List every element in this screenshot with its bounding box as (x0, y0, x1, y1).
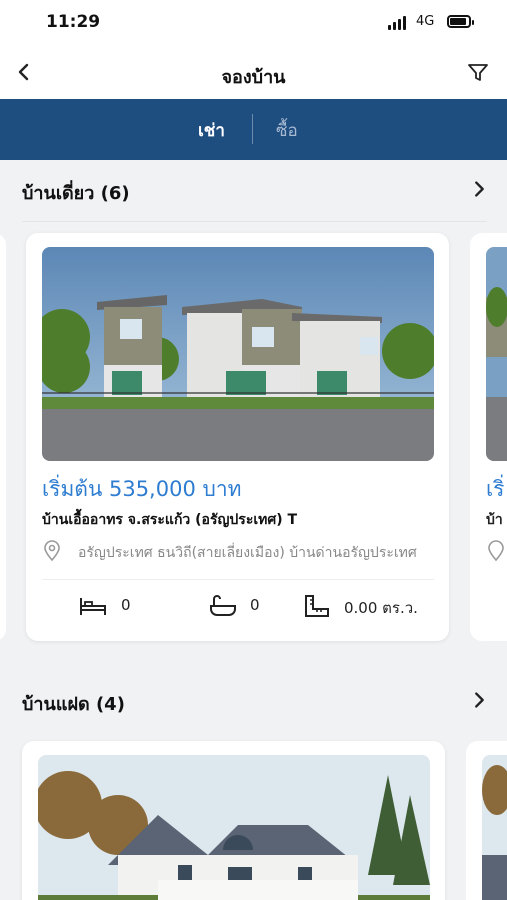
section-title: บ้านเดี่ยว (6) (22, 183, 130, 204)
listing-card-prev[interactable] (0, 233, 6, 641)
location-pin-icon (488, 540, 504, 562)
listing-location: อรัญประเทศ ธนวิถี(สายเลี่ยงเมือง) บ้านด่… (78, 545, 417, 561)
status-bar: 11:29 4G (0, 0, 507, 48)
listing-name-next: บ้า (486, 512, 503, 528)
house-photo-image (38, 755, 430, 900)
house-photo-image (42, 247, 434, 461)
network-type: 4G (416, 14, 435, 29)
area-value: 0.00 ตร.ว. (344, 599, 418, 617)
tab-buy[interactable]: ซื้อ (276, 117, 298, 144)
chevron-right-icon[interactable] (468, 689, 490, 711)
listing-photo (38, 755, 430, 900)
location-pin-icon (44, 540, 60, 562)
app-header: จองบ้าน (0, 48, 507, 100)
listing-card[interactable]: เริ่มต้น 535,000 บาท บ้านเอื้ออาทร จ.สระ… (26, 233, 449, 641)
listing-card-next[interactable]: เริ่ บ้า (470, 233, 507, 641)
section-header-twin-house[interactable]: บ้านแฝด (4) (0, 671, 507, 731)
section-title: บ้านแฝด (4) (22, 694, 125, 715)
chevron-right-icon[interactable] (468, 178, 490, 200)
bathroom-count: 0 (250, 596, 260, 614)
filter-icon[interactable] (466, 60, 490, 84)
listing-photo-next (486, 247, 507, 461)
listing-price-next: เริ่ (486, 477, 505, 501)
status-time: 11:29 (46, 12, 101, 32)
tab-rent[interactable]: เช่า (198, 117, 225, 144)
card-divider (42, 579, 434, 580)
listing-card-twin-next[interactable] (466, 741, 507, 900)
listing-photo-next (482, 755, 507, 900)
page-title: จองบ้าน (221, 67, 286, 88)
listing-name: บ้านเอื้ออาทร จ.สระแก้ว (อรัญประเทศ) T (42, 512, 298, 528)
tab-bar: เช่า ซื้อ (0, 99, 507, 160)
bathtub-icon (210, 595, 236, 616)
tab-divider (252, 114, 253, 144)
bed-icon (80, 598, 106, 615)
battery-icon (447, 15, 474, 28)
area-ruler-icon (305, 595, 329, 617)
section-divider (22, 221, 487, 222)
signal-icon (388, 16, 410, 30)
section-header-single-house[interactable]: บ้านเดี่ยว (6) (0, 160, 507, 220)
listing-card-twin[interactable] (22, 741, 445, 900)
bedroom-count: 0 (121, 596, 131, 614)
listing-photo (42, 247, 434, 461)
listing-price: เริ่มต้น 535,000 บาท (42, 477, 242, 501)
